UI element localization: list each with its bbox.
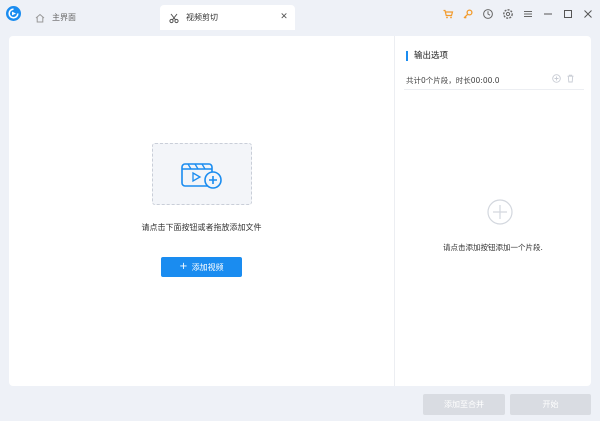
cart-icon[interactable] [442,8,454,20]
tab-video-cut-label: 视频剪切 [186,13,218,22]
menu-icon[interactable] [522,8,534,20]
drop-zone[interactable] [152,143,252,205]
segment-summary: 共计0个片段，时长00:00.0 [406,76,500,85]
segment-actions [552,74,575,83]
home-icon [34,12,46,24]
tab-home[interactable]: 主界面 [30,5,150,30]
add-segment-large-icon[interactable] [487,199,513,227]
settings-icon[interactable] [502,8,514,20]
window-controls [442,8,594,20]
maximize-icon[interactable] [562,8,574,20]
add-to-merge-button[interactable]: 添加至合并 [423,394,505,415]
start-button[interactable]: 开始 [510,394,591,415]
file-drop-area: 请点击下面按钮或者拖放添加文件 + 添加视频 [9,36,394,386]
tab-close-icon[interactable]: ✕ [279,12,289,22]
add-segment-icon[interactable] [552,74,561,83]
tab-home-label: 主界面 [52,13,76,22]
delete-icon[interactable] [566,74,575,83]
add-video-button[interactable]: + 添加视频 [161,257,242,277]
tab-video-cut[interactable]: 视频剪切 ✕ [160,5,295,30]
minimize-icon[interactable] [542,8,554,20]
app-logo-icon [6,6,21,21]
summary-divider [404,89,584,90]
drop-hint: 请点击下面按钮或者拖放添加文件 [141,223,262,232]
plus-icon: + [179,261,188,272]
scissors-icon [168,12,180,24]
output-options-pane: 输出选项 共计0个片段，时长00:00.0 请点击添加按钮添加一个片段. [395,36,591,386]
output-options-title: 输出选项 [406,51,448,61]
add-video-icon [181,163,222,189]
add-segment-hint: 请点击添加按钮添加一个片段. [443,243,543,252]
close-icon[interactable] [582,8,594,20]
title-bar: 主界面 视频剪切 ✕ [0,0,600,30]
history-icon[interactable] [482,8,494,20]
add-video-label: 添加视频 [191,262,224,272]
key-icon[interactable] [462,8,474,20]
main-panel: 请点击下面按钮或者拖放添加文件 + 添加视频 输出选项 共计0个片段，时长00:… [9,36,591,386]
